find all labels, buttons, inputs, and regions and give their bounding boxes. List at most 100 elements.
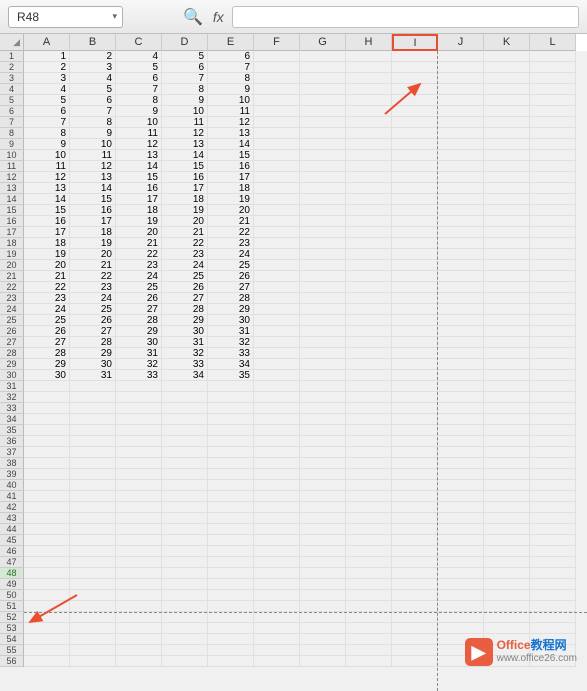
cell[interactable]: 8 — [116, 95, 162, 106]
cell[interactable]: 5 — [70, 84, 116, 95]
cell[interactable] — [438, 172, 484, 183]
cell[interactable]: 32 — [162, 348, 208, 359]
cell[interactable] — [162, 425, 208, 436]
cell[interactable]: 14 — [208, 139, 254, 150]
cell[interactable] — [116, 403, 162, 414]
cell[interactable] — [116, 491, 162, 502]
cell[interactable] — [438, 568, 484, 579]
cell[interactable]: 13 — [24, 183, 70, 194]
cell[interactable]: 18 — [70, 227, 116, 238]
cell[interactable] — [346, 612, 392, 623]
cell[interactable] — [24, 645, 70, 656]
cell[interactable] — [530, 491, 576, 502]
cell[interactable]: 21 — [116, 238, 162, 249]
cell[interactable] — [346, 95, 392, 106]
cell[interactable] — [208, 645, 254, 656]
cell[interactable]: 7 — [24, 117, 70, 128]
cell[interactable] — [254, 425, 300, 436]
cell[interactable]: 13 — [70, 172, 116, 183]
cell[interactable] — [438, 117, 484, 128]
column-header-F[interactable]: F — [254, 34, 300, 51]
cell[interactable] — [208, 601, 254, 612]
cell[interactable]: 10 — [116, 117, 162, 128]
cell[interactable]: 26 — [162, 282, 208, 293]
cell[interactable] — [438, 623, 484, 634]
cell[interactable] — [208, 381, 254, 392]
cell[interactable]: 26 — [116, 293, 162, 304]
cell[interactable] — [70, 381, 116, 392]
cell[interactable] — [438, 282, 484, 293]
cell[interactable] — [300, 568, 346, 579]
cell[interactable]: 23 — [208, 238, 254, 249]
cell[interactable] — [300, 84, 346, 95]
cell[interactable]: 1 — [24, 51, 70, 62]
column-header-K[interactable]: K — [484, 34, 530, 51]
cell[interactable] — [438, 513, 484, 524]
cell[interactable] — [254, 51, 300, 62]
cell[interactable]: 8 — [24, 128, 70, 139]
cell[interactable] — [70, 546, 116, 557]
cell[interactable] — [300, 161, 346, 172]
cell[interactable] — [116, 612, 162, 623]
row-header-55[interactable]: 55 — [0, 645, 24, 656]
cell[interactable] — [530, 348, 576, 359]
row-header-47[interactable]: 47 — [0, 557, 24, 568]
cell[interactable] — [208, 425, 254, 436]
cell[interactable] — [530, 381, 576, 392]
cell[interactable] — [438, 491, 484, 502]
cell[interactable] — [530, 502, 576, 513]
cell[interactable]: 31 — [116, 348, 162, 359]
cell[interactable] — [346, 194, 392, 205]
cell[interactable] — [346, 282, 392, 293]
cell[interactable]: 25 — [70, 304, 116, 315]
cell[interactable] — [484, 84, 530, 95]
cell[interactable] — [346, 601, 392, 612]
cell[interactable] — [70, 590, 116, 601]
cell[interactable] — [346, 480, 392, 491]
cell[interactable]: 30 — [208, 315, 254, 326]
cell[interactable] — [392, 370, 438, 381]
cell[interactable] — [530, 260, 576, 271]
cell[interactable]: 11 — [116, 128, 162, 139]
cell[interactable] — [530, 293, 576, 304]
cell[interactable] — [70, 579, 116, 590]
cell[interactable] — [300, 238, 346, 249]
cell[interactable] — [438, 381, 484, 392]
cell[interactable] — [484, 51, 530, 62]
cell[interactable] — [392, 557, 438, 568]
cell[interactable] — [530, 227, 576, 238]
row-header-50[interactable]: 50 — [0, 590, 24, 601]
cell[interactable]: 29 — [162, 315, 208, 326]
column-header-H[interactable]: H — [346, 34, 392, 51]
cell[interactable] — [392, 172, 438, 183]
cell[interactable] — [484, 150, 530, 161]
cell[interactable] — [254, 436, 300, 447]
cell[interactable]: 19 — [162, 205, 208, 216]
cell[interactable] — [530, 447, 576, 458]
cell[interactable] — [530, 359, 576, 370]
cell[interactable] — [162, 645, 208, 656]
row-header-16[interactable]: 16 — [0, 216, 24, 227]
cell[interactable]: 6 — [208, 51, 254, 62]
cell[interactable] — [346, 469, 392, 480]
cell[interactable] — [70, 414, 116, 425]
cell[interactable]: 27 — [116, 304, 162, 315]
column-header-C[interactable]: C — [116, 34, 162, 51]
cell[interactable] — [346, 414, 392, 425]
cell[interactable] — [530, 579, 576, 590]
row-header-23[interactable]: 23 — [0, 293, 24, 304]
cell[interactable] — [438, 392, 484, 403]
cell[interactable] — [70, 656, 116, 667]
cell[interactable] — [300, 524, 346, 535]
cell[interactable] — [300, 359, 346, 370]
cell[interactable] — [24, 469, 70, 480]
cell[interactable] — [254, 315, 300, 326]
cell[interactable] — [392, 656, 438, 667]
cell[interactable] — [300, 216, 346, 227]
cell[interactable]: 27 — [208, 282, 254, 293]
cell[interactable] — [208, 524, 254, 535]
cell[interactable]: 7 — [116, 84, 162, 95]
cell[interactable] — [254, 656, 300, 667]
cell[interactable] — [484, 414, 530, 425]
cell[interactable] — [254, 271, 300, 282]
